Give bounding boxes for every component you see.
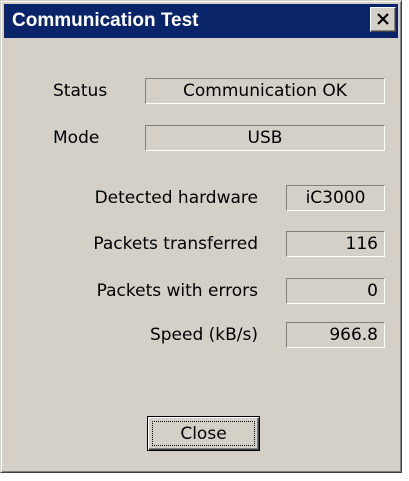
detected-hardware-label: Detected hardware: [94, 188, 258, 208]
title-close-button[interactable]: [370, 7, 396, 32]
close-icon: [377, 13, 389, 25]
mode-field: USB: [145, 125, 385, 151]
close-button[interactable]: Close: [147, 416, 260, 451]
status-label: Status: [53, 81, 108, 101]
packets-with-errors-label: Packets with errors: [96, 281, 258, 301]
packets-transferred-field: 116: [286, 231, 385, 257]
packets-with-errors-field: 0: [286, 278, 385, 304]
close-button-label: Close: [180, 424, 227, 444]
speed-label: Speed (kB/s): [149, 325, 258, 345]
window-title: Communication Test: [12, 10, 199, 31]
packets-transferred-label: Packets transferred: [93, 234, 258, 254]
communication-test-dialog: Communication Test Status Communication …: [0, 0, 402, 473]
detected-hardware-field: iC3000: [286, 185, 385, 211]
status-field: Communication OK: [145, 78, 385, 104]
mode-label: Mode: [53, 128, 100, 148]
speed-field: 966.8: [286, 322, 385, 348]
title-bar: Communication Test: [4, 4, 398, 38]
